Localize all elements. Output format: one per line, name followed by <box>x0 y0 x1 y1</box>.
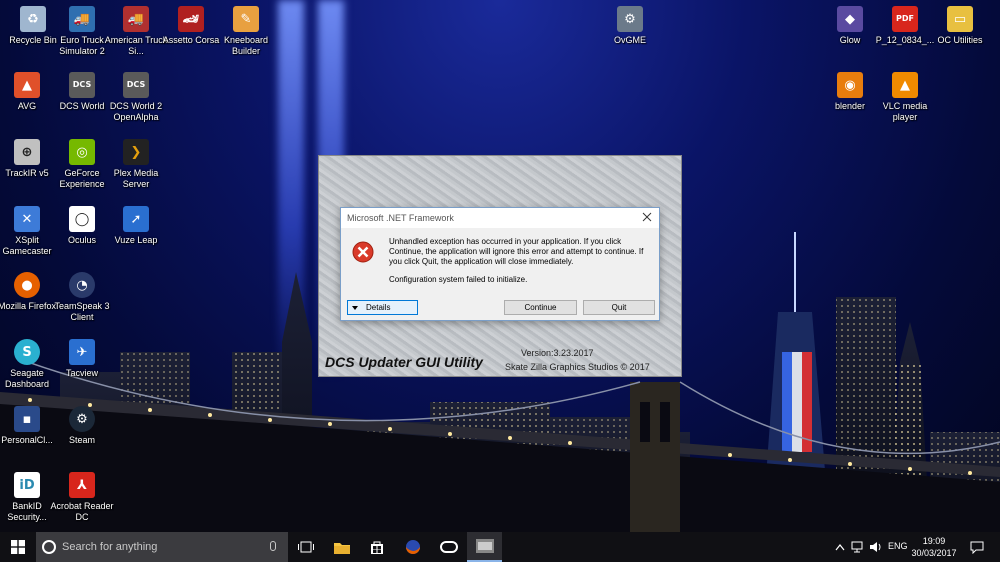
dcs-icon: DCS <box>123 72 149 98</box>
dotnet-exception-dialog[interactable]: Microsoft .NET Framework Unhandled excep… <box>340 207 660 321</box>
dialog-message: Unhandled exception has occurred in your… <box>389 237 644 266</box>
start-button[interactable] <box>0 532 36 562</box>
chevron-down-icon <box>352 305 358 310</box>
pdf-icon: ⅄ <box>69 472 95 498</box>
desktop-icon-dcs-world-2-openalpha[interactable]: DCS DCS World 2 OpenAlpha <box>103 66 169 123</box>
trackir-icon: ⊕ <box>14 139 40 165</box>
updater-version: Version:3.23.2017 <box>521 348 594 358</box>
brooklyn-bridge <box>0 362 1000 532</box>
desktop-icon-teamspeak-3[interactable]: ◔ TeamSpeak 3 Client <box>49 266 115 323</box>
notepad-icon: ✎ <box>233 6 259 32</box>
task-view-icon <box>297 541 314 553</box>
folder-icon <box>333 542 350 554</box>
desktop-icon-steam[interactable]: ⚙ Steam <box>49 400 115 446</box>
cortana-icon <box>42 540 56 554</box>
desktop-icon-vuze-leap[interactable]: ➚ Vuze Leap <box>103 200 169 246</box>
quit-button[interactable]: Quit <box>583 300 655 315</box>
truck-icon: 🚚 <box>69 6 95 32</box>
steam-icon: ⚙ <box>69 406 95 432</box>
vlc-cone-icon: ▲ <box>892 72 918 98</box>
car-icon: 🏎 <box>178 6 204 32</box>
app-icon: ◆ <box>837 6 863 32</box>
search-placeholder: Search for anything <box>62 541 158 553</box>
details-button-label: Details <box>366 303 391 312</box>
action-center-icon[interactable] <box>970 541 984 554</box>
network-icon[interactable] <box>851 541 864 553</box>
close-icon[interactable] <box>641 211 653 223</box>
blender-icon: ◉ <box>837 72 863 98</box>
taskbar-dcs-updater[interactable] <box>467 532 502 562</box>
dcs-icon: DCS <box>69 72 95 98</box>
desktop-icon-ovgme[interactable]: ⚙ OvGME <box>597 0 663 46</box>
recycle-bin-icon: ♻ <box>20 6 46 32</box>
desktop-icon-oc-utilities[interactable]: ▭ OC Utilities <box>927 0 993 46</box>
continue-button[interactable]: Continue <box>504 300 577 315</box>
oculus-icon <box>439 541 458 553</box>
plex-icon: ❯ <box>123 139 149 165</box>
desktop-icon-tacview[interactable]: ✈ Tacview <box>49 333 115 379</box>
firefox-icon <box>405 540 420 554</box>
microphone-icon[interactable] <box>270 541 276 551</box>
clock-time: 19:09 <box>922 536 946 546</box>
taskbar-search-box[interactable]: Search for anything <box>36 532 288 562</box>
dcs-updater-icon <box>475 539 494 553</box>
details-button[interactable]: Details <box>347 300 418 315</box>
updater-studio: Skate Zilla Graphics Studios © 2017 <box>505 362 650 372</box>
show-hidden-icons-chevron-icon[interactable] <box>835 543 845 551</box>
error-icon <box>352 241 374 263</box>
tacview-icon: ✈ <box>69 339 95 365</box>
taskbar-firefox[interactable] <box>395 532 430 562</box>
truck-icon: 🚚 <box>123 6 149 32</box>
gear-icon: ⚙ <box>617 6 643 32</box>
xsplit-icon: ✕ <box>14 206 40 232</box>
dialog-title: Microsoft .NET Framework <box>347 213 454 223</box>
taskbar-store[interactable] <box>359 532 394 562</box>
seagate-icon: S <box>14 339 40 365</box>
app-icon: ▪ <box>14 406 40 432</box>
pdf-icon: PDF <box>892 6 918 32</box>
desktop-icon-plex-media-server[interactable]: ❯ Plex Media Server <box>103 133 169 190</box>
teamspeak-icon: ◔ <box>69 272 95 298</box>
desktop-icon-kneeboard-builder[interactable]: ✎ Kneeboard Builder <box>213 0 279 57</box>
taskbar-oculus[interactable] <box>431 532 466 562</box>
volume-icon[interactable] <box>869 541 882 553</box>
desktop-icon-acrobat-reader-dc[interactable]: ⅄ Acrobat Reader DC <box>49 466 115 523</box>
geforce-icon: ◎ <box>69 139 95 165</box>
vuze-icon: ➚ <box>123 206 149 232</box>
windows-logo-icon <box>11 540 25 554</box>
task-view-button[interactable] <box>288 532 323 562</box>
folder-icon: ▭ <box>947 6 973 32</box>
oculus-icon: ◯ <box>69 206 95 232</box>
clock-date: 30/03/2017 <box>911 548 957 558</box>
taskbar-clock[interactable]: 19:09 30/03/2017 <box>908 535 960 559</box>
antivirus-icon: ▲ <box>14 72 40 98</box>
dialog-detail-message: Configuration system failed to initializ… <box>389 275 528 284</box>
taskbar-file-explorer[interactable] <box>324 532 359 562</box>
taskbar: Search for anything ENG 19:09 30/03/2017 <box>0 532 1000 562</box>
bankid-icon: iD <box>14 472 40 498</box>
store-bag-icon <box>370 541 383 554</box>
dialog-titlebar[interactable]: Microsoft .NET Framework <box>341 208 659 228</box>
updater-title: DCS Updater GUI Utility <box>325 354 483 370</box>
firefox-icon: ● <box>14 272 40 298</box>
input-language[interactable]: ENG <box>888 541 908 551</box>
desktop-icon-vlc[interactable]: ▲ VLC media player <box>872 66 938 123</box>
